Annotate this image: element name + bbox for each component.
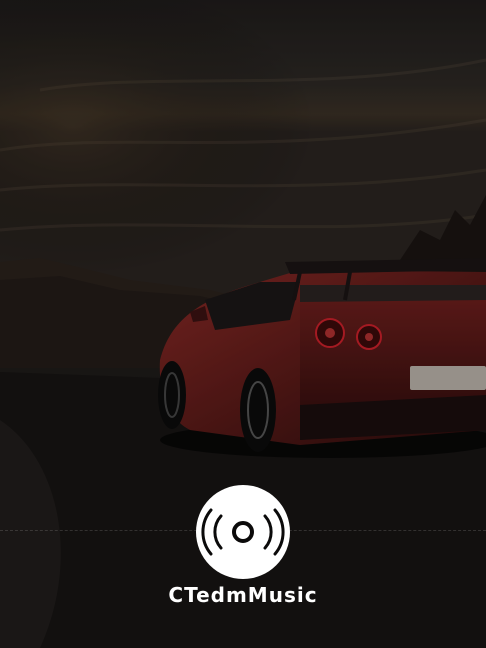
splash-screen: CTedmMusic: [0, 0, 486, 648]
brand-name: CTedmMusic: [168, 583, 318, 607]
vinyl-disc-icon: [196, 485, 290, 579]
